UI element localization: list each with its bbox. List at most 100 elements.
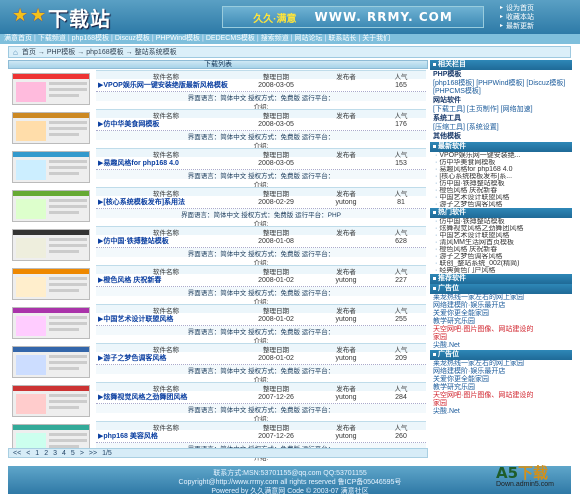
page-number[interactable]: 1 [35, 450, 39, 457]
ad-line[interactable]: 尖酸.Net [430, 408, 572, 416]
php-heading[interactable]: PHP模板 [430, 70, 572, 80]
entry-title-link[interactable]: ▶php168 美容风格 [96, 433, 236, 440]
sys-heading[interactable]: 系统工具 [430, 114, 572, 124]
ad-line[interactable]: 家园 [430, 334, 572, 342]
set-homepage-link[interactable]: ▸ 设为首页 [500, 4, 566, 13]
hot-item[interactable]: · 联创_整站系统_002(精简) [430, 260, 572, 267]
latest-item[interactable]: · 易趣风格for php168 4.0 [430, 166, 572, 173]
ad-line[interactable]: 天空网吧·图片图像、网站建设的 [430, 392, 572, 400]
ad-line[interactable]: 天空网吧·图片图像、网站建设的 [430, 326, 572, 334]
nav-item[interactable]: DEDECMS模板 [206, 34, 255, 44]
col-label-publisher: 发布者 [336, 308, 356, 315]
col-label-popularity: 人气 [394, 152, 408, 159]
entry-thumbnail[interactable] [12, 190, 90, 222]
ad-line[interactable]: 莱龙热线一家左右的网上家园 [430, 294, 572, 302]
ad-line[interactable]: 关爱你更全能家园 [430, 376, 572, 384]
prev-page-button[interactable]: < [26, 450, 30, 457]
entry-thumbnail[interactable] [12, 307, 90, 339]
col-label-publisher: 发布者 [336, 74, 356, 81]
hot-item[interactable]: · 清风MM生活网首页模板 [430, 239, 572, 246]
sidebar-heading-ad1: 广告位 [430, 284, 572, 294]
nav-item[interactable]: 下载频道 [38, 34, 66, 44]
nav-item[interactable]: 关于我们 [362, 34, 390, 44]
nav-item[interactable]: PHPWind模板 [156, 34, 200, 44]
hot-item[interactable]: · 仿中国·铁搏整站模板 [430, 218, 572, 225]
entry-thumbnail[interactable] [12, 385, 90, 417]
nav-item[interactable]: 网站论坛 [295, 34, 323, 44]
latest-item[interactable]: · 仿中国·铁搏整站模板 [430, 180, 572, 187]
latest-item[interactable]: · 橙色风格 庆祝新春 [430, 187, 572, 194]
entry-title-link[interactable]: ▶橙色风格 庆祝新春 [96, 277, 236, 284]
web-heading[interactable]: 网站软件 [430, 96, 572, 106]
hot-item[interactable]: · 游子之梦色调客风格 [430, 253, 572, 260]
php-links[interactable]: [php168模板] [PHPWind模板] [Discuz模板] [PHPCM… [430, 80, 572, 96]
page-number[interactable]: 4 [62, 450, 66, 457]
ad-line[interactable]: 尖酸.Net [430, 342, 572, 350]
ad-line[interactable]: 网络建模阶·娱乐最开店 [430, 368, 572, 376]
ad-line[interactable]: 莱龙热线一家左右的网上家园 [430, 360, 572, 368]
hot-item[interactable]: · 炫舞视觉风格之劲舞团风格 [430, 225, 572, 232]
latest-item[interactable]: · 游子之梦色调客风格 [430, 201, 572, 208]
last-page-button[interactable]: >> [89, 450, 97, 457]
col-label-popularity: 人气 [394, 308, 408, 315]
entry-date: 2008-02-29 [258, 198, 294, 206]
breadcrumb-item[interactable]: 整站系统模板 [135, 47, 177, 57]
arrow-icon: ▸ [500, 23, 504, 29]
entry-title-link[interactable]: ▶炫舞视觉风格之劲舞团风格 [96, 394, 236, 401]
entry-title-link[interactable]: ▶[核心系统模板发布]系用法 [96, 199, 236, 206]
entry-thumbnail[interactable] [12, 346, 90, 378]
entry-thumbnail[interactable] [12, 229, 90, 261]
col-label-name: 软件名称 [153, 425, 179, 432]
entry-intro-label: 介绍: [253, 221, 269, 228]
ad2-block: 莱龙热线一家左右的网上家园 网络建模阶·娱乐最开店 关爱你更全能家园 教学研究乐园 天空… [430, 360, 572, 416]
page-number[interactable]: 2 [44, 450, 48, 457]
ad-line[interactable]: 教学研究乐园 [430, 318, 572, 326]
breadcrumb-item[interactable]: PHP模板 [47, 47, 75, 57]
latest-item[interactable]: · VPOP娱乐网一键安装绝... [430, 152, 572, 159]
page-number[interactable]: 5 [71, 450, 75, 457]
entry-thumbnail[interactable] [12, 73, 90, 105]
entry-thumbnail[interactable] [12, 151, 90, 183]
col-label-publisher: 发布者 [336, 152, 356, 159]
site-logo[interactable]: 下载站 [12, 4, 111, 31]
page-number[interactable]: 3 [53, 450, 57, 457]
latest-item[interactable]: · 中国艺术设计联盟风格 [430, 194, 572, 201]
entry-title-link[interactable]: ▶易趣风格for php168 4.0 [96, 160, 236, 167]
sys-links[interactable]: [压缩工具] [系统设置] [430, 124, 572, 132]
entry-title-link[interactable]: ▶VPOP娱乐网一键安装绝版最新风格模板 [96, 82, 236, 89]
latest-updates-link[interactable]: ▸ 最新更新 [500, 22, 566, 31]
entry-title-link[interactable]: ▶仿中华美食网模板 [96, 121, 236, 128]
nav-item[interactable]: php168模板 [72, 34, 109, 44]
ad-line[interactable]: 关爱你更全能家园 [430, 310, 572, 318]
nav-item[interactable]: 搜索频道 [261, 34, 289, 44]
col-label-popularity: 人气 [394, 347, 408, 354]
web-links[interactable]: [下载工具] [主页制作] [网络加速] [430, 106, 572, 114]
hot-item[interactable]: · 橙色风格 庆祝新春 [430, 246, 572, 253]
entry-info: 界面语言：简体中文 授权方式：免费版 运行平台： [96, 131, 426, 141]
entry-thumbnail[interactable] [12, 112, 90, 144]
arrow-icon: ▸ [500, 5, 504, 11]
hot-item[interactable]: · 中国艺术设计联盟风格 [430, 232, 572, 239]
bookmark-link[interactable]: ▸ 收藏本站 [500, 13, 566, 22]
next-page-button[interactable]: > [80, 450, 84, 457]
ad-line[interactable]: 家园 [430, 400, 572, 408]
breadcrumb-item[interactable]: 首页 [22, 47, 36, 57]
latest-item[interactable]: · [核心系统模板发布]系... [430, 173, 572, 180]
entry-thumbnail[interactable] [12, 268, 90, 300]
latest-item[interactable]: · 仿中华美食网模板 [430, 159, 572, 166]
top-links: ▸ 设为首页 ▸ 收藏本站 ▸ 最新更新 [500, 4, 566, 31]
hot-item[interactable]: · 经典黄色门户风格 [430, 267, 572, 274]
breadcrumb-item[interactable]: php168模板 [86, 47, 123, 57]
entry-title-link[interactable]: ▶仿中国·铁搏整站模板 [96, 238, 236, 245]
nav-item[interactable]: 满意首页 [4, 34, 32, 44]
first-page-button[interactable]: << [13, 450, 21, 457]
entry-title-link[interactable]: ▶中国艺术设计联盟风格 [96, 316, 236, 323]
ad-line[interactable]: 教学研究乐园 [430, 384, 572, 392]
list-title: 下载列表 [8, 60, 428, 69]
nav-item[interactable]: 联系站长 [328, 34, 356, 44]
ad-line[interactable]: 网络建模阶·娱乐最开店 [430, 302, 572, 310]
sidebar-heading-latest: 最新软件 [430, 142, 572, 152]
nav-item[interactable]: Discuz模板 [115, 34, 150, 44]
entry-title-link[interactable]: ▶游子之梦色调客风格 [96, 355, 236, 362]
other-heading[interactable]: 其他模板 [430, 132, 572, 142]
